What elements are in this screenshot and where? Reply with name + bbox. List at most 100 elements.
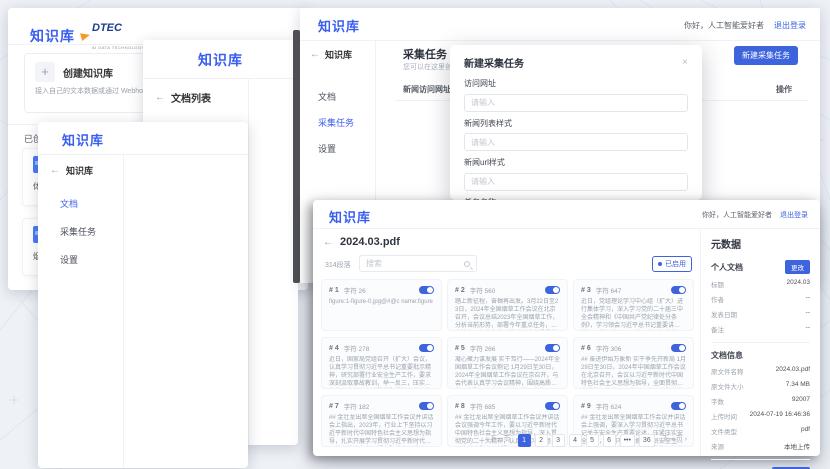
segment-charcount: 字符 266 [470, 343, 540, 353]
segment-id: # 2 [455, 287, 465, 294]
user-greeting: 你好，人工智能爱好者 [702, 210, 772, 220]
window-document: 知识库 你好，人工智能爱好者 退出登录 ← 2024.03.pdf 314段落 … [313, 200, 820, 456]
sidebar-item-tasks[interactable]: 采集任务 [60, 225, 96, 238]
close-icon[interactable]: × [682, 57, 688, 68]
segment-toggle[interactable] [545, 344, 560, 352]
pagination-page-4[interactable]: 4 [569, 434, 582, 447]
segment-charcount: 字符 306 [596, 343, 666, 353]
segment-toggle[interactable] [671, 344, 686, 352]
url-style-input[interactable] [464, 173, 688, 191]
segment-card[interactable]: # 2字符 560 踏上新征程，奋楫再出发。3月22日至23日，2024年全国烟… [447, 279, 568, 331]
segment-card[interactable]: # 4 字符 278 近日，国家局党组召开（扩大）会议，认真学习贯彻习近平总书记重… [321, 337, 442, 389]
app-logo: 知识库 [30, 26, 75, 46]
pagination-page-36[interactable]: 36 [639, 434, 655, 447]
sidebar-item-tasks[interactable]: 采集任务 [318, 116, 354, 129]
pagination-page-6[interactable]: 6 [603, 434, 616, 447]
segment-id: # 4 [329, 345, 339, 352]
segment-toggle[interactable] [671, 402, 686, 410]
meta-value: 2024.03.pdf [776, 366, 810, 376]
meta-key: 上传时间 [711, 411, 737, 421]
plus-icon: + [35, 62, 55, 82]
logout-link[interactable]: 退出登录 [774, 20, 806, 31]
dot-icon [658, 262, 662, 266]
segment-toggle[interactable] [671, 286, 686, 294]
pagination-prev[interactable]: ‹ 上一页 [482, 434, 513, 447]
meta-key: 原文件名称 [711, 366, 744, 376]
tasks-page-title: 采集任务 [403, 46, 447, 62]
tasks-back-label: 知识库 [325, 48, 352, 61]
url-input[interactable] [464, 94, 688, 112]
search-input[interactable]: 搜索 [359, 255, 477, 272]
pagination-page-3[interactable]: 3 [552, 434, 565, 447]
segment-text: ## 奋进伊始万象新 实干争先开新局 1月29日至30日，2024年中国烟草工作… [581, 356, 686, 388]
doc-type-label: 个人文档 [711, 262, 743, 273]
search-placeholder: 搜索 [366, 258, 382, 269]
window-kb-nav: 知识库 ← 知识库 文档 采集任务 设置 [38, 122, 248, 468]
pagination-page-2[interactable]: 2 [535, 434, 548, 447]
col-header-url: 新闻访问网址 [403, 84, 451, 95]
list-style-input[interactable] [464, 133, 688, 151]
segment-charcount: 字符 560 [470, 285, 540, 295]
new-task-button[interactable]: 新建采集任务 [734, 46, 798, 65]
modal-title: 新建采集任务 [464, 55, 524, 70]
back-icon[interactable]: ← [50, 165, 60, 176]
document-title: 2024.03.pdf [340, 236, 400, 248]
segment-charcount: 字符 278 [344, 343, 414, 353]
meta-key: 备注 [711, 324, 724, 334]
meta-value: 2024.03 [787, 279, 811, 289]
meta-key: 文件类型 [711, 426, 737, 436]
sidebar-item-docs[interactable]: 文档 [318, 90, 336, 103]
segment-toggle[interactable] [419, 286, 434, 294]
segment-id: # 6 [581, 345, 591, 352]
segment-text: ## 金壮龙出席全国烟草工作会议并讲话 会上指出，2023年，行业上下坚持以习近… [329, 414, 434, 446]
segment-card[interactable]: # 5字符 266 凝心聚力谋发展 实干笃行——2024年全国烟草工作会议侧记 … [447, 337, 568, 389]
segment-text: 近日，国家局党组召开（扩大）会议，认真学习贯彻习近平总书记重要批示精神，研究部署… [329, 356, 434, 388]
app-logo: 知识库 [329, 210, 371, 225]
segment-toggle[interactable] [419, 402, 434, 410]
brand-logo: DTEC AI DATA TECHNOLOGY [81, 18, 145, 54]
sidebar-item-docs[interactable]: 文档 [60, 197, 78, 210]
meta-value: 本地上传 [784, 441, 810, 451]
meta-value: pdf [801, 426, 810, 436]
segment-id: # 5 [455, 345, 465, 352]
meta-key: 标题 [711, 279, 724, 289]
app-logo: 知识库 [198, 52, 243, 68]
scrollbar[interactable] [293, 30, 300, 283]
back-icon[interactable]: ← [155, 92, 165, 103]
segment-id: # 9 [581, 403, 591, 410]
header-divider [313, 228, 820, 229]
pagination-next[interactable]: 下一页 › [659, 434, 690, 447]
segment-text: 近日，党组理论学习中心组（扩大）进行集体学习，深入学习党的二十届三中全会精神和《… [581, 298, 686, 330]
field-label-url-style: 新闻url样式 [464, 157, 688, 168]
meta-value: 92007 [792, 396, 810, 406]
col-header-action: 操作 [776, 84, 792, 95]
back-icon[interactable]: ← [323, 237, 333, 248]
segment-text: figure:1-figure-0.jpg@#@c name:figure [329, 298, 434, 306]
segment-card[interactable]: # 3字符 647 近日，党组理论学习中心组（扩大）进行集体学习，深入学习党的二… [573, 279, 694, 331]
meta-key: 作者 [711, 294, 724, 304]
pagination-ellipsis[interactable]: ••• [620, 434, 635, 447]
field-label-list-style: 新闻列表样式 [464, 118, 688, 129]
segment-card[interactable]: # 7字符 182 ## 金壮龙出席全国烟草工作会议并讲话 会上指出，2023年… [321, 395, 442, 447]
segment-card[interactable]: # 1字符 26 figure:1-figure-0.jpg@#@c name:… [321, 279, 442, 331]
doc-info-section: 文档信息 原文件名称2024.03.pdf 原文件大小7.34 MB 字数920… [711, 342, 810, 451]
logout-link[interactable]: 退出登录 [780, 210, 808, 220]
pagination-page-1[interactable]: 1 [518, 434, 531, 447]
pagination: ‹ 上一页 1 2 3 4 5 6 ••• 36 下一页 › [482, 434, 690, 447]
segment-toggle[interactable] [545, 286, 560, 294]
brand-name: DTEC [92, 22, 122, 34]
segment-charcount: 字符 624 [596, 401, 666, 411]
edit-metadata-button[interactable]: 更改 [785, 260, 810, 274]
segment-id: # 7 [329, 403, 339, 410]
enabled-filter-label: 已启用 [665, 259, 686, 269]
segment-card[interactable]: # 6 字符 306 ## 奋进伊始万象新 实干争先开新局 1月29日至30日，2… [573, 337, 694, 389]
enabled-filter-chip[interactable]: 已启用 [652, 256, 692, 272]
sidebar-item-settings[interactable]: 设置 [60, 253, 78, 266]
sidebar-item-settings[interactable]: 设置 [318, 142, 336, 155]
meta-key: 发表日期 [711, 309, 737, 319]
segment-toggle[interactable] [545, 402, 560, 410]
back-icon[interactable]: ← [310, 49, 320, 60]
pagination-page-5[interactable]: 5 [586, 434, 599, 447]
segment-toggle[interactable] [419, 344, 434, 352]
brand-arrow-icon [80, 31, 91, 41]
